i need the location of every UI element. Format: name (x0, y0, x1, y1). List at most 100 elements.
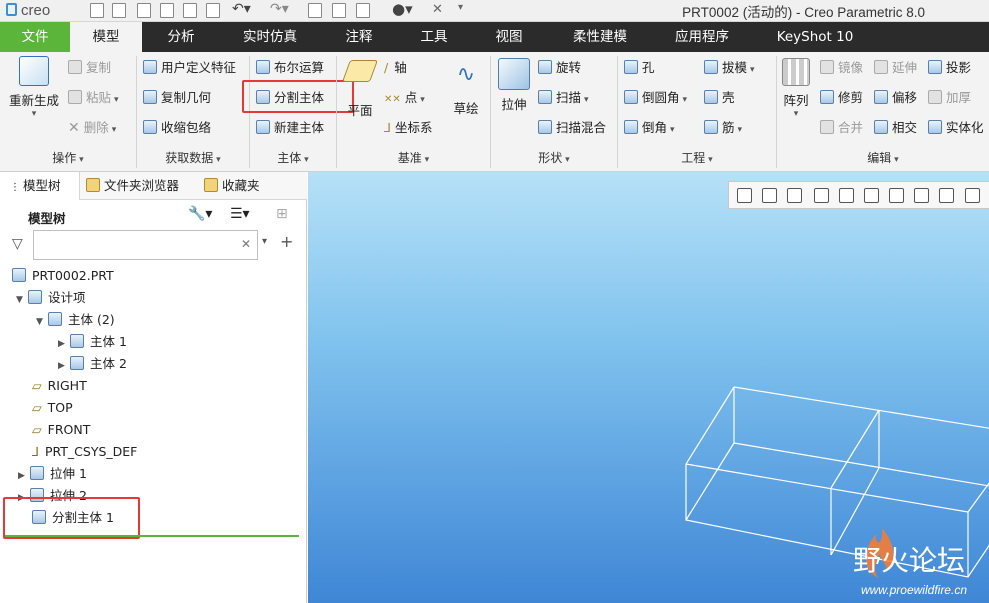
merge-button[interactable]: 合并 (820, 118, 863, 138)
save-icon[interactable] (137, 3, 151, 18)
group-operation-label[interactable]: 操作 (0, 150, 136, 167)
graphics-viewport[interactable]: 野火论坛 www.proewildfire.cn (308, 172, 989, 603)
extrude-button[interactable]: 拉伸 (494, 58, 534, 113)
collapse-arrow-icon[interactable]: ▶ (58, 334, 70, 354)
sketch-button[interactable]: ∿ 草绘 (448, 60, 484, 117)
open-folder-icon[interactable] (112, 3, 126, 18)
chamfer-button[interactable]: 倒角 ▾ (624, 118, 675, 138)
tree-filter-settings-icon[interactable]: ⊞ (276, 206, 288, 222)
tree-node-part[interactable]: PRT0002.PRT (12, 266, 114, 286)
tree-search-input[interactable] (34, 231, 234, 259)
copy-button[interactable]: 复制 (68, 58, 111, 78)
round-icon (624, 90, 638, 104)
expand-arrow-icon[interactable]: ▼ (36, 312, 48, 332)
appearance-icon[interactable]: ●▾ (392, 0, 413, 18)
regenerate-button[interactable]: 重新生成 ▾ (6, 56, 62, 119)
hole-icon (624, 60, 638, 74)
thicken-button[interactable]: 加厚 (928, 88, 971, 108)
tree-node-front-plane[interactable]: ▱ FRONT (32, 420, 90, 440)
group-edit-label[interactable]: 编辑 (777, 150, 989, 167)
trim-button[interactable]: 修剪 (820, 88, 863, 108)
tree-node-body-1[interactable]: ▶ 主体 1 (58, 332, 127, 352)
project-button[interactable]: 投影 (928, 58, 971, 78)
delete-button[interactable]: ✕ 删除 ▾ (68, 118, 116, 138)
expand-arrow-icon[interactable]: ▼ (16, 290, 28, 310)
close-small-icon[interactable]: ✕ (432, 2, 443, 17)
tab-live-simulation[interactable]: 实时仿真 (230, 22, 310, 52)
copy-geometry-button[interactable]: 复制几何 (143, 88, 211, 108)
pattern-button[interactable]: 阵列 ▾ (780, 58, 812, 119)
clear-search-icon[interactable]: ✕ (241, 237, 251, 251)
point-button[interactable]: ✕✕ 点 ▾ (384, 88, 425, 108)
print-icon[interactable] (183, 3, 197, 18)
shrinkwrap-button[interactable]: 收缩包络 (143, 118, 211, 138)
tree-node-body-2[interactable]: ▶ 主体 2 (58, 354, 127, 374)
tab-model[interactable]: 模型 (70, 22, 142, 52)
tab-favorites[interactable]: 收藏夹 (204, 172, 284, 200)
axis-button[interactable]: / 轴 (384, 58, 407, 78)
add-filter-icon[interactable]: + (280, 232, 293, 251)
tab-analysis[interactable]: 分析 (150, 22, 212, 52)
paste-icon (68, 90, 82, 104)
regenerate-quick-icon[interactable] (308, 3, 322, 18)
intersect-button[interactable]: 相交 (874, 118, 917, 138)
tree-node-csys[interactable]: ⅃ PRT_CSYS_DEF (32, 442, 137, 462)
user-defined-feature-button[interactable]: 用户定义特征 (143, 58, 236, 78)
tree-settings-icon[interactable]: 🔧▾ (188, 206, 212, 222)
tab-flexible-modeling[interactable]: 柔性建模 (560, 22, 640, 52)
boolean-button[interactable]: 布尔运算 (256, 58, 324, 78)
tab-model-tree[interactable]: ⋮ 模型树 (0, 172, 80, 200)
new-body-icon (256, 120, 270, 134)
tree-search-box[interactable]: ✕ (33, 230, 258, 260)
group-engineering-label[interactable]: 工程 (618, 150, 776, 167)
mirror-button[interactable]: 镜像 (820, 58, 863, 78)
solidify-button[interactable]: 实体化 (928, 118, 984, 138)
close-window-icon[interactable] (206, 3, 220, 18)
tree-node-design-items[interactable]: ▼ 设计项 (16, 288, 86, 308)
redo-icon[interactable]: ↷▾ (270, 1, 289, 17)
revolve-button[interactable]: 旋转 (538, 58, 581, 78)
rib-button[interactable]: 筋 ▾ (704, 118, 742, 138)
shell-button[interactable]: 壳 (704, 88, 735, 108)
tree-node-right-plane[interactable]: ▱ RIGHT (32, 376, 87, 396)
windows-icon[interactable] (356, 3, 370, 18)
group-body-label[interactable]: 主体 (250, 150, 336, 167)
model-tree-panel: ⋮ 模型树 文件夹浏览器 收藏夹 模型树 🔧▾ ☰▾ ⊞ ▽ ✕ ▾ + PRT0… (0, 172, 307, 603)
filter-dropdown-icon[interactable]: ▾ (262, 236, 267, 247)
sweep-button[interactable]: 扫描 ▾ (538, 88, 589, 108)
collapse-arrow-icon[interactable]: ▶ (18, 466, 30, 486)
csys-button[interactable]: ⅃ 坐标系 (384, 118, 432, 138)
group-datum-label[interactable]: 基准 (337, 150, 490, 167)
folder-icon (86, 178, 100, 192)
tab-annotate[interactable]: 注释 (330, 22, 388, 52)
hole-button[interactable]: 孔 (624, 58, 655, 78)
tab-view[interactable]: 视图 (480, 22, 538, 52)
new-body-button[interactable]: 新建主体 (256, 118, 324, 138)
insert-indicator[interactable] (5, 535, 299, 537)
tab-tools[interactable]: 工具 (405, 22, 463, 52)
swept-blend-button[interactable]: 扫描混合 (538, 118, 606, 138)
save-as-icon[interactable] (160, 3, 174, 18)
group-shape-label[interactable]: 形状 (491, 150, 617, 167)
tree-node-top-plane[interactable]: ▱ TOP (32, 398, 73, 418)
rib-icon (704, 120, 718, 134)
new-file-icon[interactable] (90, 3, 104, 18)
extend-button[interactable]: 延伸 (874, 58, 917, 78)
display-icon[interactable] (332, 3, 346, 18)
collapse-arrow-icon[interactable]: ▶ (58, 356, 70, 376)
tab-file[interactable]: 文件 (0, 22, 70, 52)
tree-node-bodies[interactable]: ▼ 主体 (2) (36, 310, 115, 330)
tab-applications[interactable]: 应用程序 (662, 22, 742, 52)
round-button[interactable]: 倒圆角 ▾ (624, 88, 687, 108)
undo-icon[interactable]: ↶▾ (232, 1, 251, 17)
draft-button[interactable]: 拔模 ▾ (704, 58, 755, 78)
plane-button[interactable]: 平面 (340, 60, 380, 118)
paste-button[interactable]: 粘贴 ▾ (68, 88, 119, 108)
offset-button[interactable]: 偏移 (874, 88, 917, 108)
tab-keyshot[interactable]: KeyShot 10 (765, 22, 865, 52)
group-get-data-label[interactable]: 获取数据 (137, 150, 249, 167)
tree-columns-icon[interactable]: ☰▾ (230, 206, 250, 222)
tree-node-extrude-1[interactable]: ▶ 拉伸 1 (18, 464, 87, 484)
tab-folder-browser[interactable]: 文件夹浏览器 (86, 172, 196, 200)
qat-customize-icon[interactable]: ▾ (458, 2, 463, 13)
